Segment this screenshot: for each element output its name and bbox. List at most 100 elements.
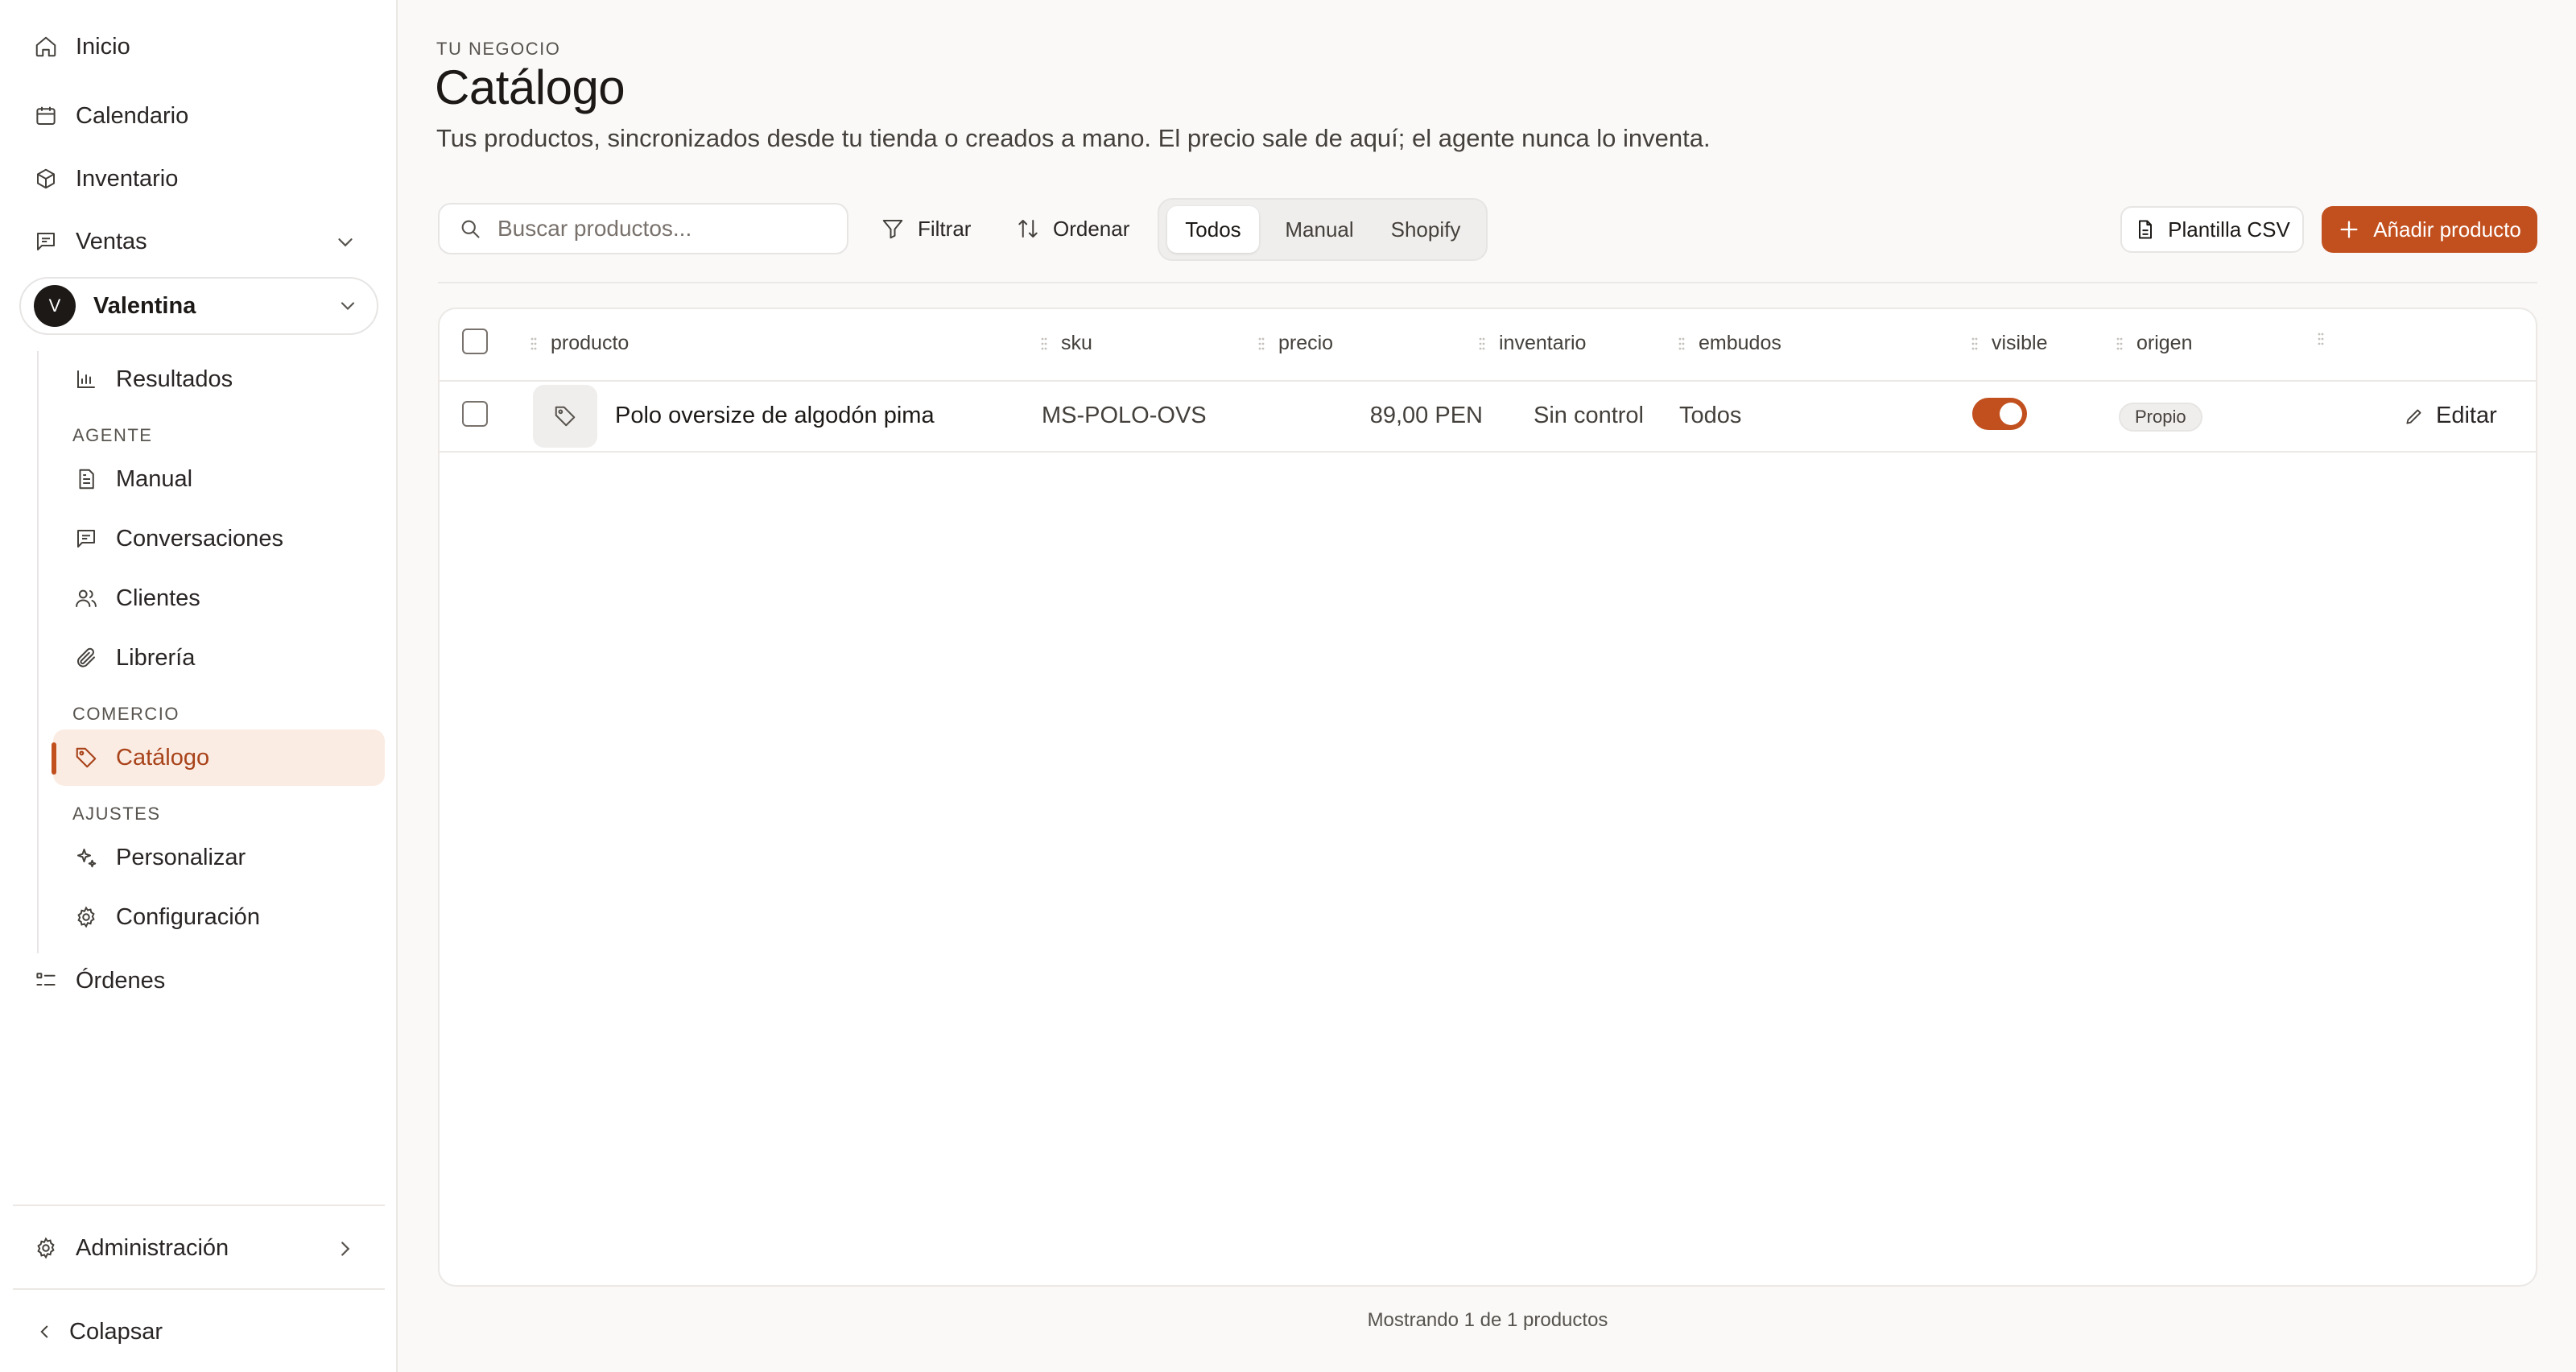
select-all-checkbox[interactable] — [462, 329, 488, 354]
gear-icon — [37, 1237, 55, 1259]
chevron-right-icon — [341, 1242, 350, 1256]
table-header: producto sku precio inventario embudos v… — [440, 309, 2536, 382]
sidebar-item-conversaciones-label: Conversaciones — [116, 525, 283, 552]
nav-calendario[interactable]: Calendario — [19, 87, 378, 145]
chevron-down-icon — [338, 238, 353, 247]
product-funnels: Todos — [1679, 403, 1742, 428]
tag-icon — [76, 747, 97, 768]
file-text-icon — [79, 469, 94, 490]
sidebar-item-libreria[interactable]: Librería — [53, 630, 385, 686]
column-label: sku — [1061, 332, 1092, 354]
tab-shopify[interactable]: Shopify — [1375, 206, 1476, 253]
column-header-actions[interactable] — [2317, 332, 2325, 346]
origin-badge: Propio — [2119, 403, 2202, 432]
calendar-icon — [36, 106, 56, 125]
section-label-comercio: COMERCIO — [72, 704, 180, 724]
tag-icon — [555, 406, 576, 427]
product-thumbnail — [533, 385, 597, 448]
section-label-ajustes: AJUSTES — [72, 804, 161, 824]
nav-inventario[interactable]: Inventario — [19, 150, 378, 208]
sidebar-item-personalizar-label: Personalizar — [116, 844, 246, 870]
sidebar-divider — [13, 1288, 385, 1290]
drag-handle-icon — [1678, 337, 1685, 349]
active-indicator — [52, 742, 56, 775]
add-product-button[interactable]: Añadir producto — [2322, 206, 2537, 253]
message-square-icon — [37, 233, 55, 250]
sidebar-item-catalogo[interactable]: Catálogo — [53, 729, 385, 786]
sidebar-item-configuracion[interactable]: Configuración — [53, 889, 385, 945]
chevron-down-icon — [341, 302, 355, 310]
message-square-icon — [77, 530, 95, 548]
column-header-producto[interactable]: producto — [530, 332, 629, 355]
sort-arrows-icon — [1018, 220, 1038, 238]
toolbar-divider — [438, 282, 2537, 283]
nav-ventas-label: Ventas — [76, 228, 147, 254]
column-label: embudos — [1699, 332, 1781, 354]
nav-ventas[interactable]: Ventas — [19, 213, 378, 271]
sidebar-item-configuracion-label: Configuración — [116, 903, 260, 930]
column-header-inventario[interactable]: inventario — [1478, 332, 1586, 355]
home-icon — [35, 36, 56, 57]
csv-template-button[interactable]: Plantilla CSV — [2120, 206, 2304, 253]
product-name[interactable]: Polo oversize de algodón pima — [615, 403, 935, 429]
drag-handle-icon — [1479, 337, 1485, 349]
sidebar-item-clientes[interactable]: Clientes — [53, 570, 385, 626]
column-header-sku[interactable]: sku — [1040, 332, 1092, 355]
edit-button[interactable]: Editar — [2404, 403, 2497, 429]
list-icon — [36, 973, 56, 986]
sidebar-item-conversaciones[interactable]: Conversaciones — [53, 510, 385, 567]
pagination-summary: Mostrando 1 de 1 productos — [1367, 1309, 1608, 1331]
visibility-toggle[interactable] — [1972, 398, 2027, 430]
search-box[interactable] — [438, 203, 848, 254]
nav-inicio[interactable]: Inicio — [19, 18, 378, 76]
search-input[interactable] — [497, 216, 819, 242]
sidebar-item-clientes-label: Clientes — [116, 585, 200, 611]
sidebar-item-resultados[interactable]: Resultados — [53, 351, 385, 407]
drag-handle-icon — [530, 337, 537, 349]
drag-handle-icon — [1041, 337, 1047, 349]
file-icon — [2139, 220, 2153, 239]
filter-icon — [882, 220, 903, 239]
plus-icon — [2340, 221, 2358, 238]
account-switcher[interactable]: V Valentina — [19, 277, 378, 335]
subtree-line — [37, 351, 39, 953]
nav-administracion-label: Administración — [76, 1234, 229, 1261]
column-header-origen[interactable]: origen — [2116, 332, 2193, 355]
sidebar-item-resultados-label: Resultados — [116, 366, 233, 392]
nav-inventario-label: Inventario — [76, 165, 179, 192]
table-row[interactable]: Polo oversize de algodón pima MS-POLO-OV… — [440, 382, 2536, 453]
column-label: origen — [2136, 332, 2193, 354]
drag-handle-icon — [2116, 337, 2123, 349]
sidebar-item-manual[interactable]: Manual — [53, 451, 385, 507]
nav-administracion[interactable]: Administración — [19, 1219, 378, 1277]
box-icon — [37, 168, 55, 189]
pencil-icon — [2406, 408, 2421, 424]
column-header-visible[interactable]: visible — [1971, 332, 2047, 355]
drag-handle-icon — [1971, 337, 1978, 349]
bar-chart-icon — [77, 370, 95, 388]
row-checkbox[interactable] — [462, 401, 488, 427]
nav-calendario-label: Calendario — [76, 102, 189, 129]
filter-button[interactable]: Filtrar — [881, 206, 971, 251]
sidebar-item-libreria-label: Librería — [116, 644, 196, 671]
sort-label: Ordenar — [1053, 216, 1130, 241]
nav-inicio-label: Inicio — [76, 33, 130, 60]
sidebar-divider — [13, 1205, 385, 1206]
sparkles-icon — [77, 849, 97, 868]
sidebar-item-catalogo-label: Catálogo — [116, 744, 210, 771]
column-header-embudos[interactable]: embudos — [1678, 332, 1781, 355]
add-product-label: Añadir producto — [2373, 217, 2521, 242]
page-title: Catálogo — [435, 60, 625, 114]
product-price: 89,00 PEN — [1369, 403, 1483, 428]
source-filter-tabs: Todos Manual Shopify — [1158, 198, 1488, 261]
products-table: producto sku precio inventario embudos v… — [438, 308, 2537, 1287]
sort-button[interactable]: Ordenar — [1016, 206, 1129, 251]
product-sku: MS-POLO-OVS — [1042, 403, 1207, 428]
tab-todos[interactable]: Todos — [1167, 206, 1259, 253]
tab-manual[interactable]: Manual — [1272, 206, 1367, 253]
filter-label: Filtrar — [918, 216, 972, 241]
column-header-precio[interactable]: precio — [1257, 332, 1333, 355]
sidebar: Inicio Calendario Inventario Ventas V Va… — [0, 0, 398, 1372]
sidebar-item-personalizar[interactable]: Personalizar — [53, 829, 385, 886]
nav-ordenes[interactable]: Órdenes — [19, 952, 378, 1010]
